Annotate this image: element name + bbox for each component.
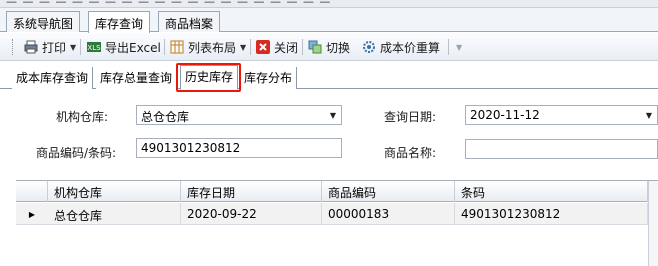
tab-inventory-distribution[interactable]: 库存分布 [240, 67, 298, 89]
row-indicator-header [16, 181, 48, 202]
toolbar-grip[interactable] [12, 39, 15, 55]
toolbar: 打印 ▼ XLS 导出Excel 列表布局 ▼ 关闭 切换 成本价重算 ▼ [0, 33, 658, 61]
query-date-value: 2020-11-12 [470, 108, 540, 122]
chevron-down-icon: ▼ [70, 42, 77, 52]
product-name-label: 商品名称: [384, 146, 437, 160]
tab-inventory-query[interactable]: 库存查询 [88, 11, 151, 33]
toolbar-separator [80, 39, 81, 55]
export-excel-label: 导出Excel [105, 40, 161, 55]
column-header[interactable]: 商品编码 [322, 181, 455, 202]
history-inventory-grid: 机构仓库 库存日期 商品编码 条码 ▶ 总仓仓库 2020-09-22 0000… [16, 180, 658, 266]
toolbar-separator [164, 39, 165, 55]
chevron-down-icon[interactable]: ▼ [641, 106, 657, 124]
tab-nav-map[interactable]: 系统导航图 [6, 11, 81, 32]
tab-product-archive[interactable]: 商品档案 [158, 11, 221, 32]
cost-recalc-button[interactable]: 成本价重算 [362, 38, 440, 56]
top-menu-bar-cropped: — — — — — — — — — — — — — — — — — — — — [0, 0, 658, 8]
close-button[interactable]: 关闭 [256, 38, 298, 56]
warehouse-value: 总仓仓库 [141, 110, 190, 124]
list-layout-button[interactable]: 列表布局 ▼ [170, 38, 246, 56]
current-row-arrow-icon: ▶ [28, 209, 36, 219]
document-tab-bar: 系统导航图 库存查询 商品档案 [0, 8, 658, 33]
product-code-input[interactable]: 4901301230812 [136, 138, 342, 158]
product-name-input[interactable] [465, 139, 658, 159]
table-layout-icon [170, 40, 184, 54]
chevron-down-icon[interactable]: ▼ [325, 106, 341, 124]
column-header[interactable]: 库存日期 [181, 181, 322, 202]
table-cell: 4901301230812 [455, 203, 648, 225]
table-cell: 00000183 [322, 203, 455, 225]
table-cell: 2020-09-22 [181, 203, 322, 225]
close-label: 关闭 [274, 40, 299, 55]
chevron-down-icon: ▼ [240, 42, 247, 52]
vertical-scrollbar[interactable] [648, 181, 658, 266]
query-date-label: 查询日期: [384, 110, 437, 124]
switch-button[interactable]: 切换 [308, 38, 350, 56]
grid-header: 机构仓库 库存日期 商品编码 条码 [16, 181, 658, 202]
query-form: 机构仓库: 总仓仓库 ▼ 查询日期: 2020-11-12 ▼ 商品编码/条码:… [0, 92, 658, 180]
product-code-value: 4901301230812 [141, 141, 241, 155]
close-icon [256, 40, 270, 54]
printer-icon [24, 40, 38, 54]
switch-label: 切换 [326, 40, 351, 55]
export-excel-button[interactable]: XLS 导出Excel [87, 38, 161, 56]
query-sub-tab-bar: 成本库存查询 库存总量查询 历史库存 库存分布 [0, 61, 658, 90]
gear-icon [363, 41, 375, 53]
toolbar-overflow-button[interactable]: ▼ [452, 38, 462, 56]
warehouse-select[interactable]: 总仓仓库 ▼ [136, 105, 342, 125]
switch-icon [308, 40, 322, 54]
svg-text:XLS: XLS [87, 44, 101, 52]
toolbar-separator [302, 39, 303, 55]
table-row[interactable]: ▶ 总仓仓库 2020-09-22 00000183 4901301230812 [16, 203, 658, 225]
product-code-label: 商品编码/条码: [36, 146, 117, 160]
table-cell: 总仓仓库 [48, 203, 181, 225]
chevron-down-icon: ▼ [456, 42, 463, 52]
toolbar-separator [250, 39, 251, 55]
warehouse-label: 机构仓库: [56, 110, 109, 124]
tab-inventory-total[interactable]: 库存总量查询 [96, 67, 178, 89]
excel-icon: XLS [87, 42, 101, 52]
print-label: 打印 [42, 40, 67, 55]
list-layout-label: 列表布局 [188, 40, 237, 55]
toolbar-separator [448, 39, 449, 55]
print-button[interactable]: 打印 ▼ [24, 38, 76, 56]
query-date-picker[interactable]: 2020-11-12 ▼ [465, 105, 658, 125]
column-header[interactable]: 机构仓库 [48, 181, 181, 202]
tab-cost-inventory[interactable]: 成本库存查询 [12, 67, 94, 89]
column-header[interactable]: 条码 [455, 181, 648, 202]
cost-recalc-label: 成本价重算 [380, 40, 441, 55]
highlight-annotation [176, 63, 241, 92]
